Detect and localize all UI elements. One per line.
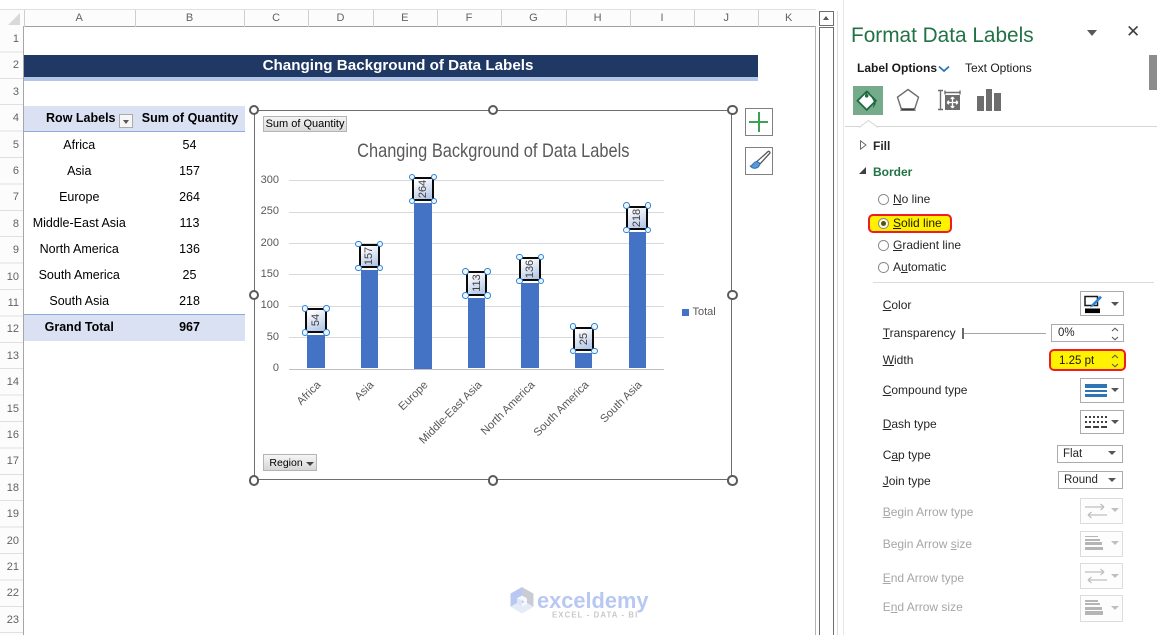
svg-text:EXCEL - DATA - BI: EXCEL - DATA - BI [552,611,638,620]
svg-text:exceldemy: exceldemy [537,588,649,613]
